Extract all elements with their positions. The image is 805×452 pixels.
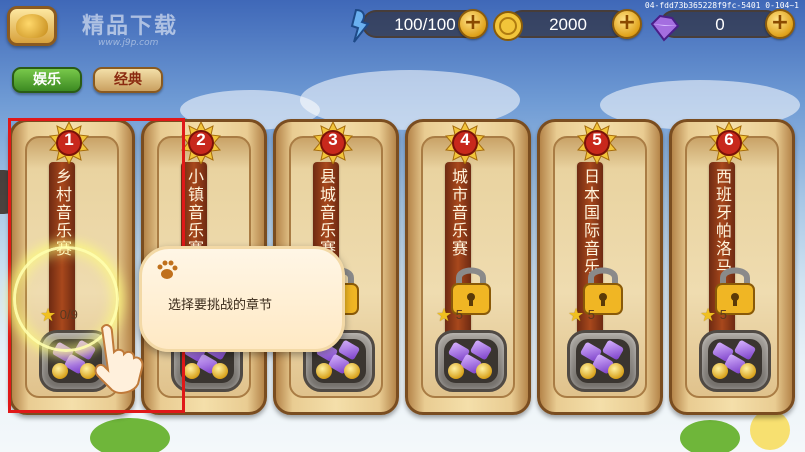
star-progress: ★ 5	[700, 305, 727, 326]
coin-icon	[184, 363, 200, 379]
coin-icon	[476, 363, 492, 379]
reward-contents	[708, 339, 762, 383]
reward-contents	[576, 339, 630, 383]
tab-classic[interactable]: 经典	[93, 67, 163, 93]
tutorial-hint-text: 选择要挑战的章节	[168, 298, 273, 313]
star-count: 5	[587, 306, 595, 322]
reward-chest[interactable]	[567, 330, 639, 392]
coins-bar: 2000	[508, 10, 628, 38]
chapter-number: 4	[460, 130, 470, 149]
coin-icon	[608, 363, 624, 379]
star-progress: ★ 5	[568, 305, 595, 326]
coin-icon	[740, 363, 756, 379]
add-coins-button[interactable]: +	[612, 9, 642, 39]
avatar[interactable]	[7, 6, 57, 46]
gem-icon	[650, 14, 680, 42]
chapter-title: 日本国际音乐	[581, 168, 600, 276]
leaf-decoration	[680, 420, 740, 452]
add-gems-button[interactable]: +	[765, 9, 795, 39]
leaf-decoration	[90, 418, 170, 452]
reward-chest[interactable]	[699, 330, 771, 392]
chapter-card-4[interactable]: 城市音乐赛 4 ★ 5	[405, 119, 531, 415]
chapter-card-6[interactable]: 西班牙帕洛马 6 ★ 5	[669, 119, 795, 415]
watermark: 精品下载	[82, 14, 179, 39]
star-icon: ★	[436, 305, 453, 325]
debug-id: 04-fdd73b365228f9fc-5401 0-104~1	[644, 1, 799, 10]
flower-decoration	[750, 410, 790, 450]
watermark-url: www.j9p.com	[98, 38, 159, 48]
energy-icon	[350, 8, 370, 43]
coin-icon	[493, 11, 523, 41]
star-icon: ★	[568, 305, 585, 325]
coin-icon	[344, 363, 360, 379]
chapter-number: 2	[196, 130, 206, 149]
reward-contents	[444, 339, 498, 383]
avatar-icon	[16, 14, 48, 38]
coins-value: 2000	[549, 15, 587, 34]
paw-icon	[157, 260, 178, 279]
tab-entertainment[interactable]: 娱乐	[12, 67, 82, 93]
pointing-hand-icon	[94, 324, 144, 394]
chapter-card-5[interactable]: 日本国际音乐 5 ★ 5	[537, 119, 663, 415]
chapter-number: 5	[592, 130, 602, 149]
chapter-number: 3	[328, 130, 338, 149]
chapter-title: 城市音乐赛	[449, 168, 468, 258]
star-icon: ★	[700, 305, 717, 325]
chapter-title: 西班牙帕洛马	[713, 168, 732, 276]
chapter-number: 6	[724, 130, 734, 149]
star-count: 5	[455, 306, 463, 322]
add-energy-button[interactable]: +	[458, 9, 488, 39]
tutorial-speech-bubble: 选择要挑战的章节	[139, 246, 345, 352]
top-bar: 精品下载 www.j9p.com 100/100 + 2000 + 0 + 04…	[0, 0, 805, 48]
coin-icon	[448, 363, 464, 379]
coin-icon	[712, 363, 728, 379]
coin-icon	[316, 363, 332, 379]
coin-icon	[580, 363, 596, 379]
star-progress: ★ 5	[436, 305, 463, 326]
coin-icon	[212, 363, 228, 379]
reward-chest[interactable]	[435, 330, 507, 392]
star-count: 5	[719, 306, 727, 322]
